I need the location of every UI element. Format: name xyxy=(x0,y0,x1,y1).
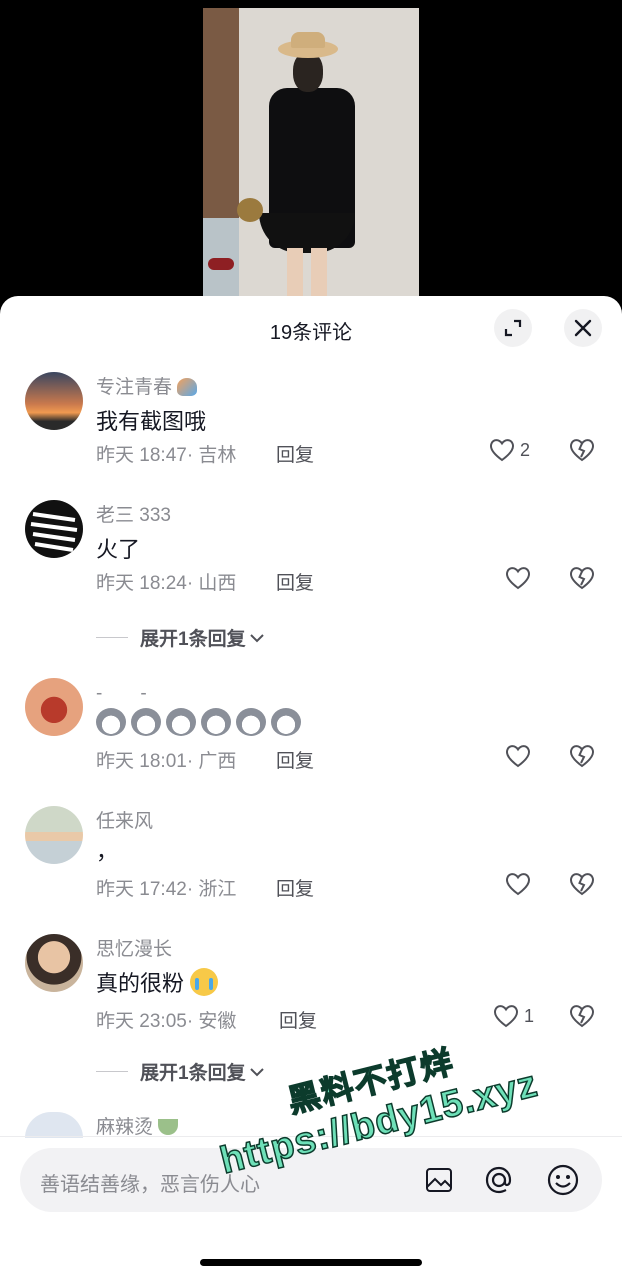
fullscreen-icon xyxy=(504,319,522,337)
comment-time: 昨天 23:05 xyxy=(96,1011,187,1032)
dog-emoji-icon xyxy=(131,708,161,736)
expand-replies-button[interactable]: 展开1条回复 xyxy=(96,624,266,651)
username-text: 麻辣烫 xyxy=(96,1117,154,1138)
heart-icon xyxy=(505,873,531,896)
comment-location: · 安徽 xyxy=(186,1011,237,1032)
comment-username[interactable]: 任来风 xyxy=(96,806,153,833)
comment-location: · 山西 xyxy=(186,573,237,594)
dislike-button[interactable] xyxy=(568,743,596,774)
avatar[interactable] xyxy=(25,372,83,430)
comment-location: · 吉林 xyxy=(186,445,237,466)
comment-text: 我有截图哦 xyxy=(96,409,207,434)
home-indicator[interactable] xyxy=(200,1259,422,1266)
divider-line xyxy=(96,1071,128,1072)
comment-location: · 浙江 xyxy=(186,879,237,900)
expand-replies-button[interactable]: 展开1条回复 xyxy=(96,1058,266,1085)
comment-username[interactable]: - - xyxy=(96,678,147,705)
avatar[interactable] xyxy=(25,934,83,992)
dislike-button[interactable] xyxy=(568,1003,596,1034)
like-count: 2 xyxy=(520,439,531,460)
like-count: 1 xyxy=(524,1005,535,1026)
video-leg xyxy=(287,248,303,300)
video-head xyxy=(293,52,323,92)
dog-emoji-icon xyxy=(236,708,266,736)
comment-meta: 昨天 23:05· 安徽 xyxy=(96,1006,236,1033)
reply-button[interactable]: 回复 xyxy=(276,874,314,901)
dislike-button[interactable] xyxy=(568,565,596,596)
mermaid-emoji-icon xyxy=(177,378,198,396)
reply-button[interactable]: 回复 xyxy=(276,746,314,773)
broken-heart-icon xyxy=(569,439,595,462)
comment-time: 昨天 18:47 xyxy=(96,445,187,466)
comment-username[interactable]: 专注青春 xyxy=(96,372,198,399)
comment-time: 昨天 18:24 xyxy=(96,573,187,594)
comment-time: 昨天 17:42 xyxy=(96,879,187,900)
avatar[interactable] xyxy=(25,1112,83,1138)
comment-username[interactable]: 思忆漫长 xyxy=(96,934,172,961)
dog-emoji-icon xyxy=(271,708,301,736)
video-preview[interactable] xyxy=(203,8,419,300)
comment-meta: 昨天 18:24· 山西 xyxy=(96,568,236,595)
fullscreen-button[interactable] xyxy=(494,309,532,347)
like-button[interactable] xyxy=(504,871,532,897)
like-button[interactable] xyxy=(504,565,532,591)
comment-username[interactable]: 麻辣烫 xyxy=(96,1112,179,1139)
broken-heart-icon xyxy=(569,873,595,896)
dog-emoji-icon xyxy=(201,708,231,736)
chevron-down-icon xyxy=(249,633,264,642)
close-icon xyxy=(574,319,592,337)
dislike-button[interactable] xyxy=(568,437,596,468)
divider-line xyxy=(96,637,128,638)
avatar-pattern xyxy=(30,512,78,552)
expand-label: 展开1条回复 xyxy=(140,1063,246,1084)
username-text: 专注青春 xyxy=(96,377,173,398)
avatar[interactable] xyxy=(25,500,83,558)
like-button[interactable]: 2 xyxy=(488,437,530,463)
reply-button[interactable]: 回复 xyxy=(276,568,314,595)
avatar[interactable] xyxy=(25,678,83,736)
comment-meta: 昨天 18:47· 吉林 xyxy=(96,440,236,467)
dog-emoji-icon xyxy=(96,708,126,736)
comment-text: 火了 xyxy=(96,537,141,562)
video-bag xyxy=(237,198,263,222)
comment-text xyxy=(96,708,301,736)
comment-time: 昨天 18:01 xyxy=(96,751,187,772)
comment-text: ， xyxy=(96,839,119,864)
crying-emoji-icon xyxy=(190,968,219,996)
comment-username[interactable]: 老三 333 xyxy=(96,500,171,527)
comment-location: · 广西 xyxy=(186,751,237,772)
dog-emoji-icon xyxy=(166,708,196,736)
video-shoe xyxy=(208,258,234,270)
emoji-icon[interactable] xyxy=(546,1163,580,1197)
comment-text-body: 真的很粉 xyxy=(96,971,185,996)
comment-meta: 昨天 17:42· 浙江 xyxy=(96,874,236,901)
close-button[interactable] xyxy=(564,309,602,347)
expand-label: 展开1条回复 xyxy=(140,629,246,650)
like-button[interactable] xyxy=(504,743,532,769)
comment-meta: 昨天 18:01· 广西 xyxy=(96,746,236,773)
reply-button[interactable]: 回复 xyxy=(279,1006,317,1033)
broken-heart-icon xyxy=(569,567,595,590)
avatar[interactable] xyxy=(25,806,83,864)
video-leg xyxy=(311,248,327,300)
video-hat-top xyxy=(291,32,325,48)
chevron-down-icon xyxy=(249,1067,264,1076)
bowl-emoji-icon xyxy=(158,1119,179,1135)
comment-text: 真的很粉 xyxy=(96,966,219,998)
broken-heart-icon xyxy=(569,1005,595,1028)
reply-button[interactable]: 回复 xyxy=(276,440,314,467)
heart-icon xyxy=(505,567,531,590)
heart-icon xyxy=(489,439,515,462)
broken-heart-icon xyxy=(569,745,595,768)
dislike-button[interactable] xyxy=(568,871,596,902)
at-icon[interactable] xyxy=(482,1164,516,1196)
heart-icon xyxy=(505,745,531,768)
image-icon[interactable] xyxy=(424,1166,454,1194)
